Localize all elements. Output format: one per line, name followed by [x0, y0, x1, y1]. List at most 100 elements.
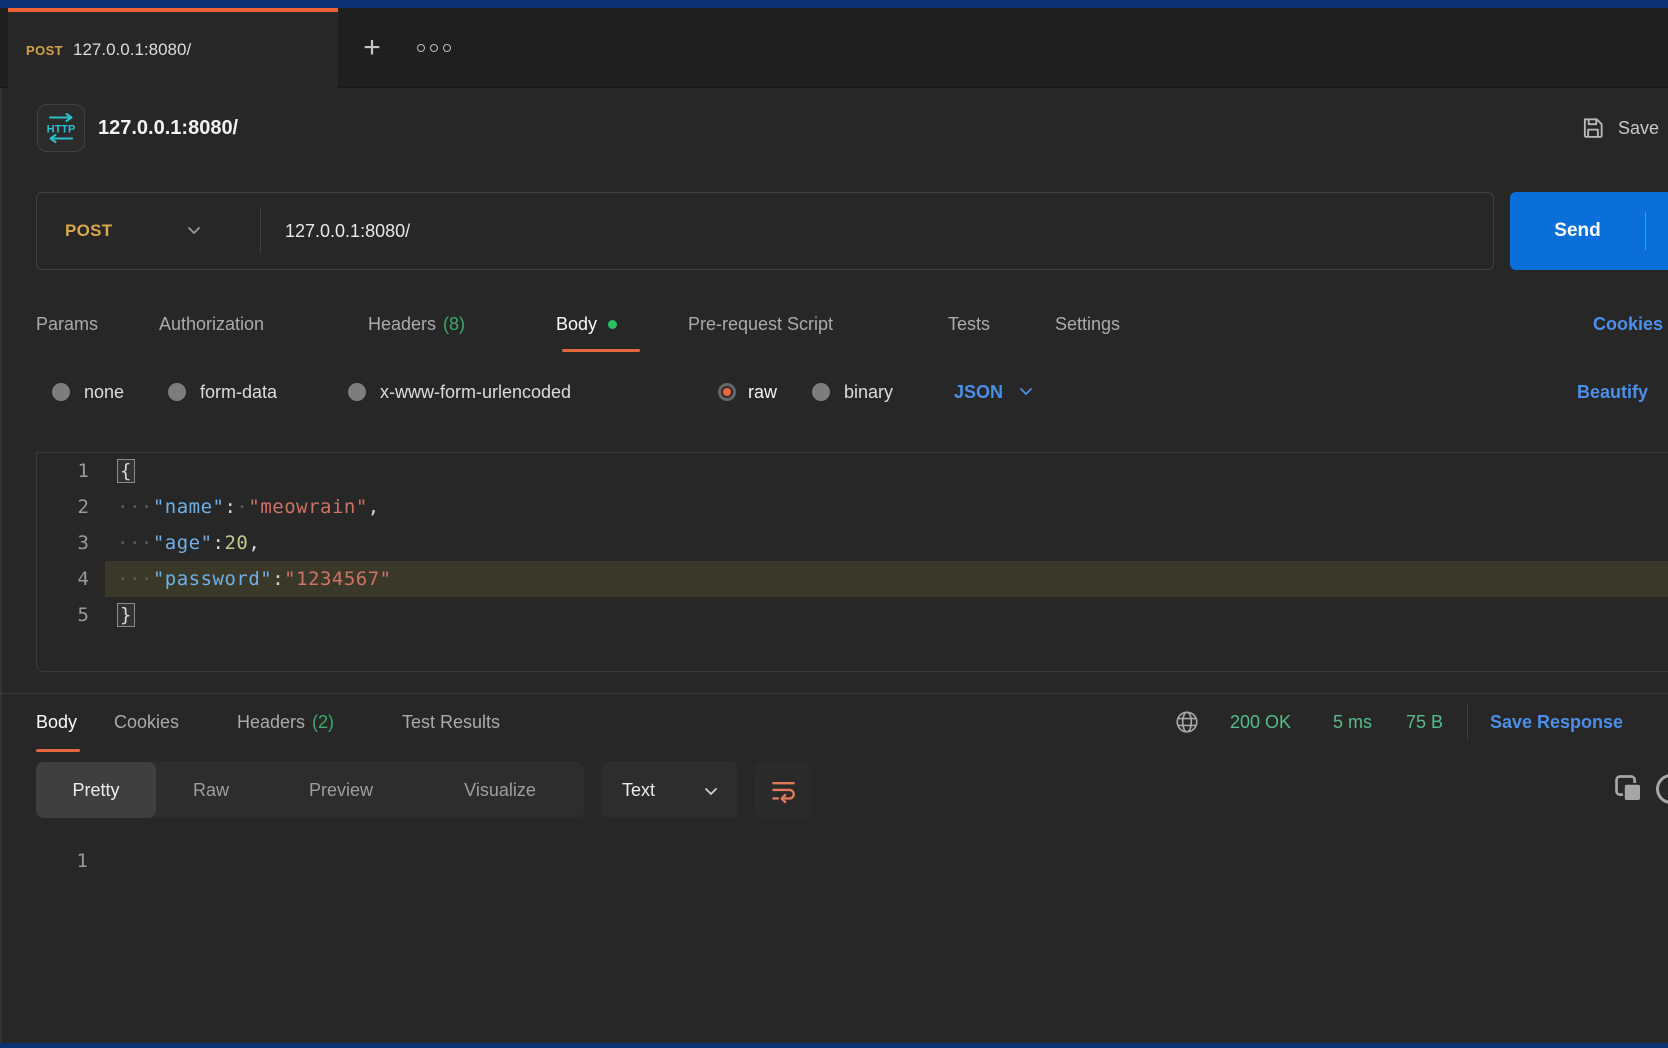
radio-binary-label[interactable]: binary [844, 370, 893, 414]
url-bar-divider [260, 209, 261, 253]
editor-line[interactable]: 1{ [37, 453, 1668, 489]
response-body-area[interactable]: 1 [36, 843, 104, 879]
language-chevron-down-icon [1019, 383, 1033, 401]
radio-form-data[interactable] [168, 370, 186, 414]
radio-selected-icon [718, 383, 736, 401]
more-tabs-button[interactable] [408, 26, 460, 70]
save-button[interactable]: Save [1580, 112, 1659, 144]
view-tab-preview[interactable]: Preview [266, 762, 416, 818]
active-tab-underline [562, 349, 640, 352]
http-protocol-badge: HTTP [37, 104, 85, 152]
request-tab[interactable]: POST 127.0.0.1:8080/ [8, 8, 338, 88]
tab-authorization[interactable]: Authorization [159, 302, 264, 346]
request-title: 127.0.0.1:8080/ [98, 104, 238, 152]
tab-pre-request-script[interactable]: Pre-request Script [688, 302, 833, 346]
view-tab-pretty[interactable]: Pretty [36, 762, 156, 818]
url-bar: POST 127.0.0.1:8080/ [36, 192, 1494, 270]
editor-line-content: ···"name":·"meowrain", [105, 489, 1668, 525]
response-format-select[interactable]: Text [602, 762, 738, 818]
response-tab-test-results[interactable]: Test Results [402, 700, 500, 744]
window-accent-bar [0, 0, 1668, 8]
response-format-value: Text [622, 780, 655, 801]
editor-line[interactable]: 5} [37, 597, 1668, 633]
editor-line-content: } [105, 597, 1668, 633]
send-button-label: Send [1510, 192, 1645, 270]
status-badge[interactable]: 200 OK [1230, 700, 1291, 744]
response-tab-body[interactable]: Body [36, 700, 77, 744]
wrap-lines-button[interactable] [754, 762, 812, 818]
method-select-value[interactable]: POST [37, 221, 187, 241]
send-split-divider [1645, 212, 1646, 250]
window-bottom-accent-bar [0, 1043, 1668, 1048]
http-icon: HTTP [41, 108, 81, 148]
body-modified-dot-icon [608, 320, 617, 329]
response-size-badge[interactable]: 75 B [1406, 700, 1443, 744]
radio-none-label[interactable]: none [84, 370, 124, 414]
tab-method-label: POST [26, 43, 63, 58]
tab-tests[interactable]: Tests [948, 302, 990, 346]
editor-line-number: 5 [37, 597, 105, 633]
copy-response-button[interactable] [1612, 772, 1646, 806]
radio-raw-label[interactable]: raw [748, 370, 777, 414]
editor-line[interactable]: 4···"password":"1234567" [37, 561, 1668, 597]
radio-x-www-form-urlencoded-label[interactable]: x-www-form-urlencoded [380, 370, 571, 414]
new-tab-button[interactable]: + [350, 26, 394, 70]
response-tab-headers[interactable]: Headers (2) [237, 700, 334, 744]
wrap-lines-icon [770, 777, 797, 804]
radio-x-www-form-urlencoded[interactable] [348, 370, 366, 414]
tab-body[interactable]: Body [556, 302, 617, 346]
plus-icon: + [363, 31, 381, 65]
method-chevron-down-icon[interactable] [187, 222, 237, 240]
view-tab-visualize[interactable]: Visualize [416, 762, 584, 818]
language-select[interactable]: JSON [954, 370, 1033, 414]
radio-icon [52, 383, 70, 401]
radio-binary[interactable] [812, 370, 830, 414]
response-headers-count-badge: (2) [312, 712, 334, 733]
radio-icon [168, 383, 186, 401]
radio-none[interactable] [52, 370, 70, 414]
response-time-badge[interactable]: 5 ms [1333, 700, 1372, 744]
svg-text:HTTP: HTTP [47, 124, 76, 136]
editor-line-content: ···"password":"1234567" [105, 561, 1668, 597]
response-meta-divider [1467, 704, 1468, 740]
editor-line-number: 3 [37, 525, 105, 561]
language-select-value: JSON [954, 382, 1003, 403]
editor-line[interactable]: 2···"name":·"meowrain", [37, 489, 1668, 525]
pane-left-divider [0, 88, 2, 1043]
radio-icon [348, 383, 366, 401]
format-chevron-down-icon [704, 780, 718, 801]
tab-url-label: 127.0.0.1:8080/ [73, 40, 191, 60]
editor-line-number: 4 [37, 561, 105, 597]
request-response-divider[interactable] [0, 693, 1668, 694]
editor-line-content: ···"age":20, [105, 525, 1668, 561]
radio-icon [812, 383, 830, 401]
view-tab-raw[interactable]: Raw [156, 762, 266, 818]
cookies-link[interactable]: Cookies [1593, 302, 1663, 346]
copy-icon [1612, 772, 1646, 806]
save-response-link[interactable]: Save Response [1490, 700, 1623, 744]
tab-params[interactable]: Params [36, 302, 98, 346]
request-editor-lines: 1{2···"name":·"meowrain",3···"age":20,4·… [37, 453, 1668, 633]
dot-icon [430, 44, 438, 52]
tab-headers[interactable]: Headers (8) [368, 302, 465, 346]
editor-line[interactable]: 3···"age":20, [37, 525, 1668, 561]
request-body-editor[interactable]: 1{2···"name":·"meowrain",3···"age":20,4·… [36, 452, 1668, 672]
radio-form-data-label[interactable]: form-data [200, 370, 277, 414]
tab-settings[interactable]: Settings [1055, 302, 1120, 346]
dot-icon [443, 44, 451, 52]
search-response-icon[interactable] [1656, 774, 1668, 804]
editor-line-number: 1 [37, 453, 105, 489]
url-input[interactable]: 127.0.0.1:8080/ [285, 221, 410, 242]
send-button[interactable]: Send [1510, 192, 1668, 270]
beautify-link[interactable]: Beautify [1577, 370, 1648, 414]
globe-icon [1174, 709, 1200, 735]
network-info-button[interactable] [1174, 700, 1200, 744]
response-line-number: 1 [36, 843, 104, 879]
editor-line-number: 2 [37, 489, 105, 525]
save-button-label: Save [1618, 118, 1659, 139]
floppy-disk-icon [1580, 115, 1606, 141]
headers-count-badge: (8) [443, 314, 465, 335]
radio-raw[interactable] [718, 370, 736, 414]
response-tab-cookies[interactable]: Cookies [114, 700, 179, 744]
dot-icon [417, 44, 425, 52]
